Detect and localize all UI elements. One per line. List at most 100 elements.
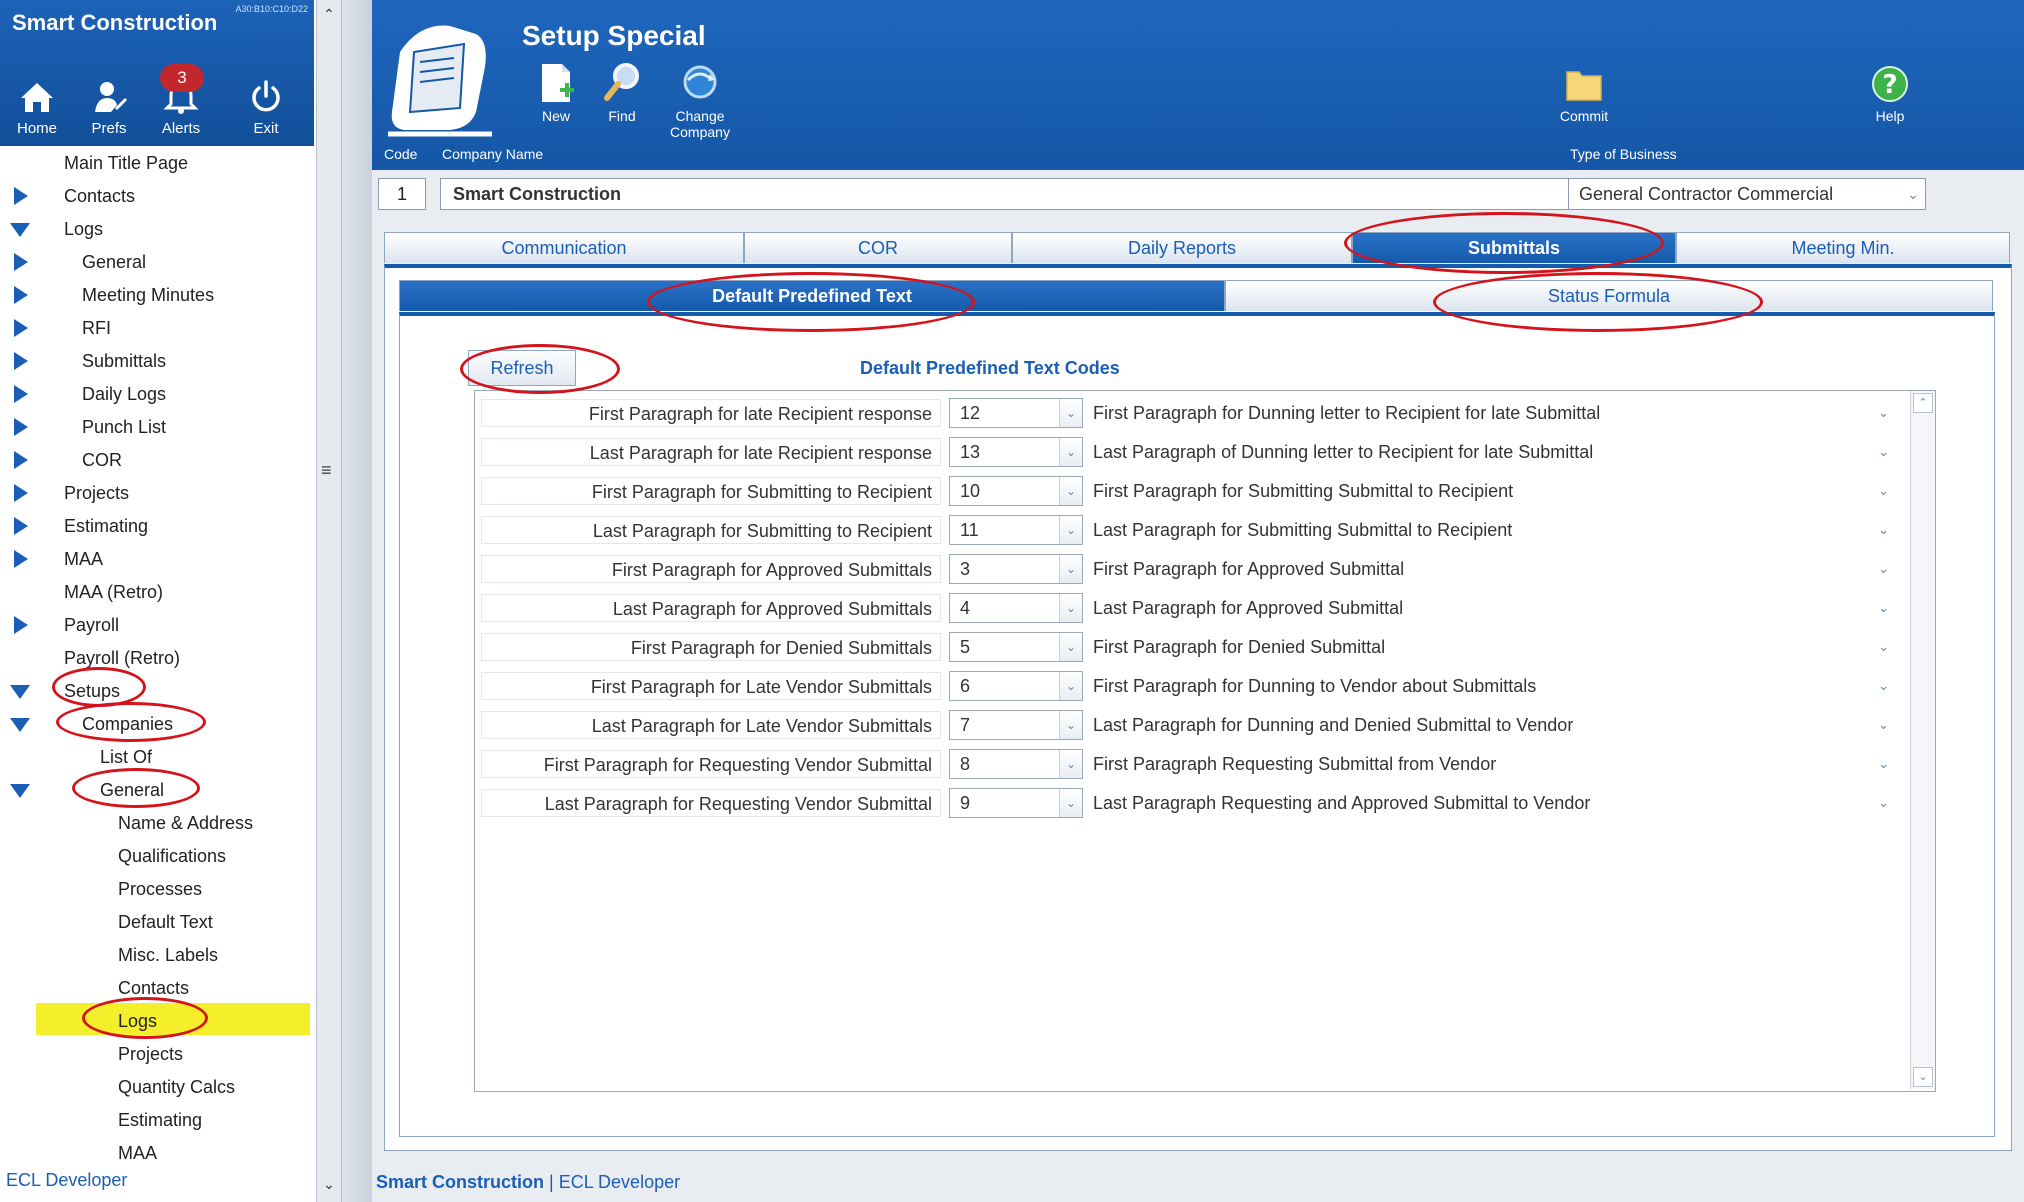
chevron-down-icon[interactable]: ⌄ (1878, 438, 1889, 466)
text-select[interactable]: Last Paragraph Requesting and Approved S… (1093, 789, 1889, 817)
code-select[interactable]: 5 ⌄ (949, 632, 1083, 662)
tree-item-payroll[interactable]: Payroll (0, 610, 300, 640)
code-select[interactable]: 9 ⌄ (949, 788, 1083, 818)
chevron-down-icon[interactable]: ⌄ (1878, 633, 1889, 661)
chevron-down-icon[interactable]: ⌄ (1059, 672, 1082, 700)
tree-item-payroll-retro[interactable]: Payroll (Retro) (64, 643, 180, 673)
business-type-select[interactable]: General Contractor Commercial ⌄ (1568, 178, 1926, 210)
chevron-down-icon[interactable]: ⌄ (1878, 672, 1889, 700)
scroll-down-icon[interactable]: ⌄ (321, 1176, 337, 1194)
tree-item-logs-general[interactable]: General (0, 247, 300, 277)
commit-button[interactable]: Commit (1544, 60, 1624, 124)
chevron-down-icon[interactable]: ⌄ (1878, 516, 1889, 544)
chevron-down-icon[interactable]: ⌄ (1059, 750, 1082, 778)
text-select[interactable]: Last Paragraph for Approved Submittal ⌄ (1093, 594, 1889, 622)
text-select[interactable]: First Paragraph for Dunning to Vendor ab… (1093, 672, 1889, 700)
chevron-down-icon[interactable]: ⌄ (1907, 179, 1919, 209)
tree-item-general-projects[interactable]: Projects (118, 1039, 183, 1069)
tree-item-estimating[interactable]: Estimating (0, 511, 300, 541)
tree-item-logs[interactable]: Logs (0, 214, 300, 244)
subtab-status-formula[interactable]: Status Formula (1225, 280, 1993, 311)
expand-arrow-icon[interactable] (14, 550, 28, 568)
expand-arrow-icon[interactable] (14, 352, 28, 370)
chevron-down-icon[interactable]: ⌄ (1059, 438, 1082, 466)
chevron-down-icon[interactable]: ⌄ (1878, 555, 1889, 583)
collapse-arrow-icon[interactable] (10, 718, 30, 732)
scroll-up-icon[interactable]: ⌃ (1913, 393, 1933, 413)
expand-arrow-icon[interactable] (14, 319, 28, 337)
code-select[interactable]: 8 ⌄ (949, 749, 1083, 779)
refresh-button[interactable]: Refresh (468, 350, 576, 386)
tree-item-daily-logs[interactable]: Daily Logs (0, 379, 300, 409)
expand-arrow-icon[interactable] (14, 451, 28, 469)
scroll-down-icon[interactable]: ⌄ (1913, 1067, 1933, 1087)
tree-item-general-contacts[interactable]: Contacts (118, 973, 189, 1003)
tree-item-rfi[interactable]: RFI (0, 313, 300, 343)
chevron-down-icon[interactable]: ⌄ (1059, 516, 1082, 544)
tree-item-default-text[interactable]: Default Text (118, 907, 213, 937)
home-button[interactable]: Home (2, 78, 72, 137)
text-select[interactable]: Last Paragraph for Submitting Submittal … (1093, 516, 1889, 544)
text-select[interactable]: First Paragraph for Submitting Submittal… (1093, 477, 1889, 505)
chevron-down-icon[interactable]: ⌄ (1059, 594, 1082, 622)
tree-item-maa-retro[interactable]: MAA (Retro) (64, 577, 163, 607)
tree-item-list-of[interactable]: List Of (100, 742, 152, 772)
chevron-down-icon[interactable]: ⌄ (1059, 399, 1082, 427)
tab-submittals[interactable]: Submittals (1352, 232, 1676, 263)
company-code-field[interactable]: 1 (378, 178, 426, 210)
code-select[interactable]: 11 ⌄ (949, 515, 1083, 545)
chevron-down-icon[interactable]: ⌄ (1878, 399, 1889, 427)
chevron-down-icon[interactable]: ⌄ (1878, 711, 1889, 739)
chevron-down-icon[interactable]: ⌄ (1878, 789, 1889, 817)
tab-cor[interactable]: COR (744, 232, 1012, 263)
text-select[interactable]: First Paragraph Requesting Submittal fro… (1093, 750, 1889, 778)
code-select[interactable]: 12 ⌄ (949, 398, 1083, 428)
prefs-button[interactable]: Prefs (74, 78, 144, 137)
expand-arrow-icon[interactable] (14, 484, 28, 502)
change-company-button[interactable]: Change Company (654, 60, 746, 140)
tree-item-contacts[interactable]: Contacts (0, 181, 300, 211)
chevron-down-icon[interactable]: ⌄ (1059, 555, 1082, 583)
code-select[interactable]: 4 ⌄ (949, 593, 1083, 623)
tree-item-misc-labels[interactable]: Misc. Labels (118, 940, 218, 970)
text-select[interactable]: Last Paragraph of Dunning letter to Reci… (1093, 438, 1889, 466)
chevron-down-icon[interactable]: ⌄ (1059, 633, 1082, 661)
tree-item-setups[interactable]: Setups (0, 676, 300, 706)
company-name-field[interactable]: Smart Construction (440, 178, 1582, 210)
tree-item-main-title-page[interactable]: Main Title Page (64, 148, 188, 178)
expand-arrow-icon[interactable] (14, 385, 28, 403)
tree-item-submittals[interactable]: Submittals (0, 346, 300, 376)
sidebar-scrollbar[interactable]: ⌃ ≡ ⌄ (316, 0, 342, 1202)
tree-item-qualifications[interactable]: Qualifications (118, 841, 226, 871)
collapse-arrow-icon[interactable] (10, 223, 30, 237)
tree-item-companies-general[interactable]: General (0, 775, 300, 805)
chevron-down-icon[interactable]: ⌄ (1878, 750, 1889, 778)
tree-item-general-estimating[interactable]: Estimating (118, 1105, 202, 1135)
expand-arrow-icon[interactable] (14, 286, 28, 304)
tab-communication[interactable]: Communication (384, 232, 744, 263)
resize-grip-icon[interactable]: ≡ (321, 460, 332, 481)
tree-item-maa[interactable]: MAA (0, 544, 300, 574)
code-select[interactable]: 13 ⌄ (949, 437, 1083, 467)
expand-arrow-icon[interactable] (14, 253, 28, 271)
tree-item-punch-list[interactable]: Punch List (0, 412, 300, 442)
expand-arrow-icon[interactable] (14, 616, 28, 634)
tree-item-meeting-minutes[interactable]: Meeting Minutes (0, 280, 300, 310)
chevron-down-icon[interactable]: ⌄ (1059, 789, 1082, 817)
tree-item-processes[interactable]: Processes (118, 874, 202, 904)
text-select[interactable]: First Paragraph for Dunning letter to Re… (1093, 399, 1889, 427)
grid-scrollbar[interactable]: ⌃ ⌄ (1910, 391, 1935, 1089)
tree-item-companies[interactable]: Companies (0, 709, 300, 739)
code-select[interactable]: 6 ⌄ (949, 671, 1083, 701)
tree-item-name-address[interactable]: Name & Address (118, 808, 253, 838)
tab-meeting-min[interactable]: Meeting Min. (1676, 232, 2010, 263)
tree-item-projects[interactable]: Projects (0, 478, 300, 508)
chevron-down-icon[interactable]: ⌄ (1878, 594, 1889, 622)
scroll-up-icon[interactable]: ⌃ (321, 6, 337, 24)
expand-arrow-icon[interactable] (14, 187, 28, 205)
tree-item-quantity-calcs[interactable]: Quantity Calcs (118, 1072, 235, 1102)
tab-daily-reports[interactable]: Daily Reports (1012, 232, 1352, 263)
expand-arrow-icon[interactable] (14, 418, 28, 436)
expand-arrow-icon[interactable] (14, 517, 28, 535)
tree-item-general-logs[interactable]: Logs (118, 1006, 157, 1036)
